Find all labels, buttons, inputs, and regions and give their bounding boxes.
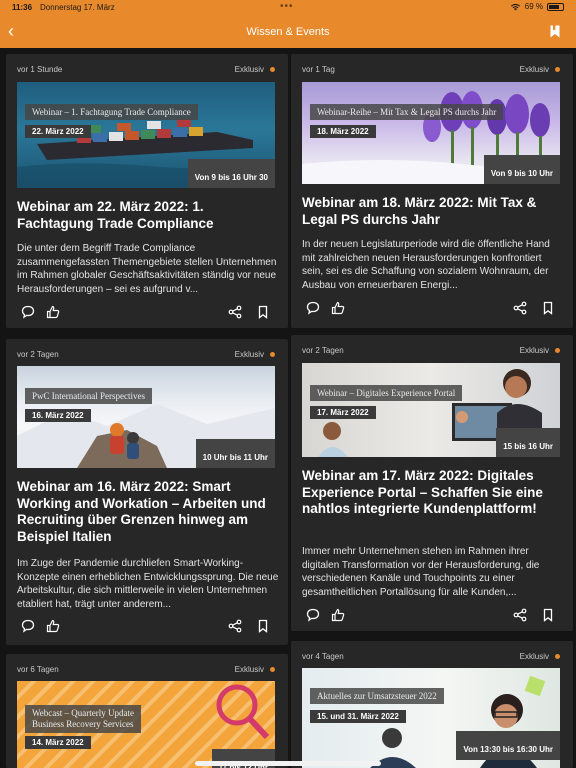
article-age: vor 2 Tagen bbox=[17, 350, 59, 359]
image-date: 22. März 2022 bbox=[25, 125, 91, 138]
unread-dot bbox=[555, 654, 560, 659]
image-title: Webinar – 1. Fachtagung Trade Compliance bbox=[25, 104, 198, 120]
image-date: 17. März 2022 bbox=[310, 406, 376, 419]
image-title-line1: Webcast – Quarterly Update bbox=[32, 708, 134, 718]
unread-dot bbox=[270, 667, 275, 672]
exclusive-badge: Exklusiv bbox=[519, 65, 549, 74]
image-time: 15 bis 16 Uhr bbox=[496, 428, 560, 457]
status-right: 69 % bbox=[510, 2, 564, 11]
image-title-line2: Business Recovery Services bbox=[32, 719, 134, 729]
unread-dot bbox=[270, 67, 275, 72]
share-icon[interactable] bbox=[513, 608, 527, 622]
comment-icon[interactable] bbox=[306, 608, 320, 622]
exclusive-badge: Exklusiv bbox=[519, 346, 549, 355]
article-age: vor 4 Tagen bbox=[302, 652, 344, 661]
multitasking-dots-icon[interactable]: ••• bbox=[280, 1, 294, 12]
article-actions bbox=[17, 305, 275, 321]
article-card[interactable]: vor 2 Tagen Exklusiv PwC International P… bbox=[6, 339, 288, 645]
share-icon[interactable] bbox=[228, 619, 242, 633]
page-title: Wissen & Events bbox=[246, 26, 330, 38]
article-excerpt: Die unter dem Begriff Trade Compliance z… bbox=[17, 243, 277, 295]
article-actions bbox=[17, 619, 275, 635]
nav-bar: ‹ Wissen & Events bbox=[0, 16, 576, 48]
article-image[interactable]: Aktuelles zur Umsatzsteuer 2022 15. und … bbox=[302, 668, 560, 768]
image-title: Webinar – Digitales Experience Portal bbox=[310, 385, 463, 401]
article-title[interactable]: Webinar am 16. März 2022: Smart Working … bbox=[17, 479, 277, 545]
article-title[interactable]: Webinar am 18. März 2022: Mit Tax & Lega… bbox=[302, 195, 562, 228]
status-bar: 11:36 Donnerstag 17. März ••• 69 % bbox=[0, 0, 576, 16]
article-card[interactable]: vor 1 Stunde Exklusiv Webinar – 1. Facht… bbox=[6, 54, 288, 328]
unread-dot bbox=[555, 67, 560, 72]
image-title: PwC International Perspectives bbox=[25, 388, 152, 404]
image-time: Von 13:30 bis 16:30 Uhr bbox=[456, 731, 560, 760]
article-actions bbox=[302, 608, 560, 624]
article-card[interactable]: vor 1 Tag Exklusiv Webinar-Reihe – Mit T… bbox=[291, 54, 573, 328]
article-image[interactable]: Webinar – Digitales Experience Portal 17… bbox=[302, 363, 560, 457]
article-image[interactable]: Webinar – 1. Fachtagung Trade Compliance… bbox=[17, 82, 275, 188]
image-title: Webcast – Quarterly Update Business Recov… bbox=[25, 705, 141, 733]
article-excerpt: In der neuen Legislaturperiode wird die … bbox=[302, 239, 550, 291]
bookmark-icon[interactable] bbox=[256, 305, 270, 319]
share-icon[interactable] bbox=[513, 301, 527, 315]
home-indicator[interactable] bbox=[195, 761, 381, 766]
unread-dot bbox=[555, 348, 560, 353]
image-date: 18. März 2022 bbox=[310, 125, 376, 138]
article-card[interactable]: vor 6 Tagen Exklusiv Webcast – Quarterly… bbox=[6, 654, 288, 768]
article-age: vor 2 Tagen bbox=[302, 346, 344, 355]
battery-icon bbox=[547, 2, 564, 11]
image-date: 15. und 31. März 2022 bbox=[310, 710, 406, 723]
comment-icon[interactable] bbox=[21, 305, 35, 319]
article-title[interactable]: Webinar am 22. März 2022: 1. Fachtagung … bbox=[17, 199, 277, 232]
thumbs-up-icon[interactable] bbox=[331, 301, 345, 315]
bookmark-icon[interactable] bbox=[541, 301, 555, 315]
bookmark-icon[interactable] bbox=[256, 619, 270, 633]
thumbs-up-icon[interactable] bbox=[46, 619, 60, 633]
article-age: vor 1 Tag bbox=[302, 65, 335, 74]
article-title[interactable]: Webinar am 17. März 2022: Digitales Expe… bbox=[302, 468, 562, 518]
image-date: 14. März 2022 bbox=[25, 736, 91, 749]
article-image[interactable]: PwC International Perspectives 16. März … bbox=[17, 366, 275, 468]
article-actions bbox=[302, 301, 560, 317]
exclusive-badge: Exklusiv bbox=[234, 665, 264, 674]
article-excerpt: Immer mehr Unternehmen stehen im Rahmen … bbox=[302, 546, 540, 598]
thumbs-up-icon[interactable] bbox=[331, 608, 345, 622]
share-icon[interactable] bbox=[228, 305, 242, 319]
image-time: Von 9 bis 10 Uhr bbox=[483, 155, 560, 184]
comment-icon[interactable] bbox=[21, 619, 35, 633]
image-date: 16. März 2022 bbox=[25, 409, 91, 422]
exclusive-badge: Exklusiv bbox=[234, 350, 264, 359]
wifi-icon bbox=[510, 3, 520, 11]
status-date: Donnerstag 17. März bbox=[40, 3, 115, 12]
article-excerpt: Im Zuge der Pandemie durchliefen Smart-W… bbox=[17, 558, 279, 610]
thumbs-up-icon[interactable] bbox=[46, 305, 60, 319]
article-age: vor 1 Stunde bbox=[17, 65, 63, 74]
article-image[interactable]: Webcast – Quarterly Update Business Recov… bbox=[17, 681, 275, 768]
battery-percent: 69 % bbox=[524, 2, 543, 11]
article-card[interactable]: vor 4 Tagen Exklusiv Aktuelles zur Umsat… bbox=[291, 641, 573, 768]
article-card[interactable]: vor 2 Tagen Exklusiv Webinar – Digitales… bbox=[291, 335, 573, 631]
exclusive-badge: Exklusiv bbox=[234, 65, 264, 74]
article-age: vor 6 Tagen bbox=[17, 665, 59, 674]
status-time: 11:36 bbox=[12, 3, 33, 12]
comment-icon[interactable] bbox=[306, 301, 320, 315]
image-title: Aktuelles zur Umsatzsteuer 2022 bbox=[310, 688, 444, 704]
article-image[interactable]: Webinar-Reihe – Mit Tax & Legal PS durch… bbox=[302, 82, 560, 184]
image-time: Von 9 bis 16 Uhr 30 bbox=[187, 159, 275, 188]
image-time: 10 Uhr bis 11 Uhr bbox=[195, 439, 275, 468]
bookmark-icon[interactable] bbox=[550, 25, 560, 38]
exclusive-badge: Exklusiv bbox=[519, 652, 549, 661]
bookmark-icon[interactable] bbox=[541, 608, 555, 622]
unread-dot bbox=[270, 352, 275, 357]
image-title: Webinar-Reihe – Mit Tax & Legal PS durch… bbox=[310, 104, 504, 120]
